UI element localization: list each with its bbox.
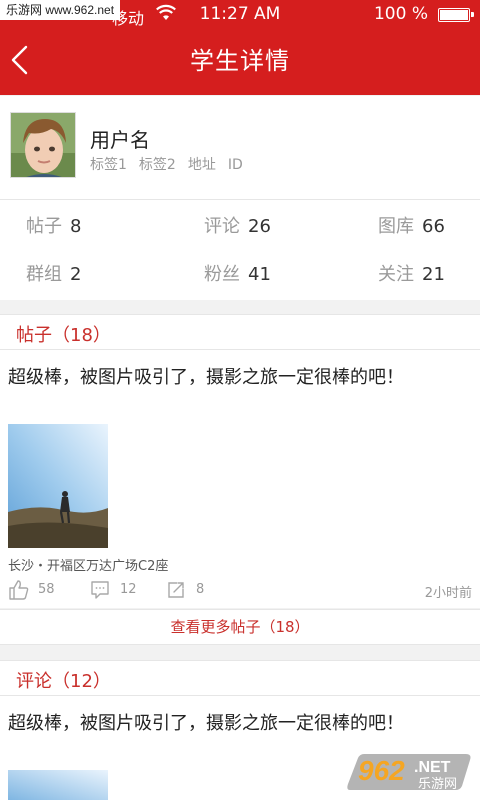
profile-tags: 标签1 标签2 地址 ID [90, 154, 255, 174]
tag-address: 地址 [187, 157, 216, 173]
tag-1: 标签1 [90, 157, 127, 173]
stat-label: 评论 [204, 216, 240, 237]
stat-label: 图库 [378, 216, 414, 237]
thumbs-up-icon [9, 580, 29, 600]
tag-id: ID [227, 157, 243, 173]
share-edit-icon [168, 582, 184, 598]
stat-posts[interactable]: 帖子 8 [26, 212, 81, 238]
stat-label: 帖子 [26, 216, 62, 237]
like-count: 58 [38, 582, 55, 597]
post-image[interactable] [8, 424, 108, 548]
site-watermark: 962 .NET 乐游网 [344, 750, 474, 796]
stat-value: 41 [248, 264, 271, 285]
stat-groups[interactable]: 群组 2 [26, 260, 81, 286]
post-time: 2小时前 [424, 586, 472, 601]
stat-value: 8 [70, 216, 82, 237]
username: 用户名 [90, 128, 150, 152]
watermark-top: 乐游网 www.962.net [0, 0, 121, 20]
post-text: 超级棒，被图片吸引了，摄影之旅一定很棒的吧！ [8, 367, 404, 388]
page-title: 学生详情 [190, 47, 290, 75]
tag-2: 标签2 [138, 157, 176, 173]
battery-icon [438, 8, 474, 22]
watermark-suffix: .NET [414, 759, 451, 776]
profile-card: 用户名 标签1 标签2 地址 ID 帖子 8 评论 26 图库 66 群组 2 粉丝 41 关注… [0, 96, 480, 300]
stat-label: 关注 [378, 264, 414, 285]
post-item[interactable]: 超级棒，被图片吸引了，摄影之旅一定很棒的吧！ 长沙・开福区万达广场C2座 58 … [0, 350, 480, 608]
stat-value: 66 [422, 216, 445, 237]
watermark-logo: 962 .NET 乐游网 [347, 754, 471, 792]
post-image[interactable] [8, 770, 108, 800]
watermark-number: 962 [358, 755, 405, 786]
stat-label: 群组 [26, 264, 62, 285]
comment-count: 12 [120, 582, 137, 597]
section-title: 评论（12） [16, 671, 111, 692]
share-count: 8 [196, 582, 205, 597]
stat-value: 26 [248, 216, 271, 237]
comment-icon [91, 581, 109, 599]
stat-following[interactable]: 关注 21 [378, 260, 445, 286]
more-posts-link[interactable]: 查看更多帖子（18） [0, 609, 480, 645]
stat-value: 21 [422, 264, 445, 285]
battery-percent: 100 % [373, 4, 428, 24]
posts-section-header: 帖子（18） [0, 314, 480, 350]
stat-value: 2 [70, 264, 82, 285]
divider [0, 199, 480, 200]
stat-gallery[interactable]: 图库 66 [378, 212, 445, 238]
section-title: 帖子（18） [16, 325, 111, 346]
stat-fans[interactable]: 粉丝 41 [204, 260, 271, 286]
avatar[interactable] [10, 112, 76, 178]
post-actions: 58 12 8 2小时前 [8, 578, 472, 602]
stat-label: 粉丝 [204, 264, 240, 285]
stat-comments[interactable]: 评论 26 [204, 212, 271, 238]
post-location: 长沙・开福区万达广场C2座 [8, 559, 169, 574]
post-text: 超级棒，被图片吸引了，摄影之旅一定很棒的吧！ [8, 713, 404, 734]
watermark-name: 乐游网 [418, 777, 457, 792]
comments-section-header: 评论（12） [0, 660, 480, 696]
